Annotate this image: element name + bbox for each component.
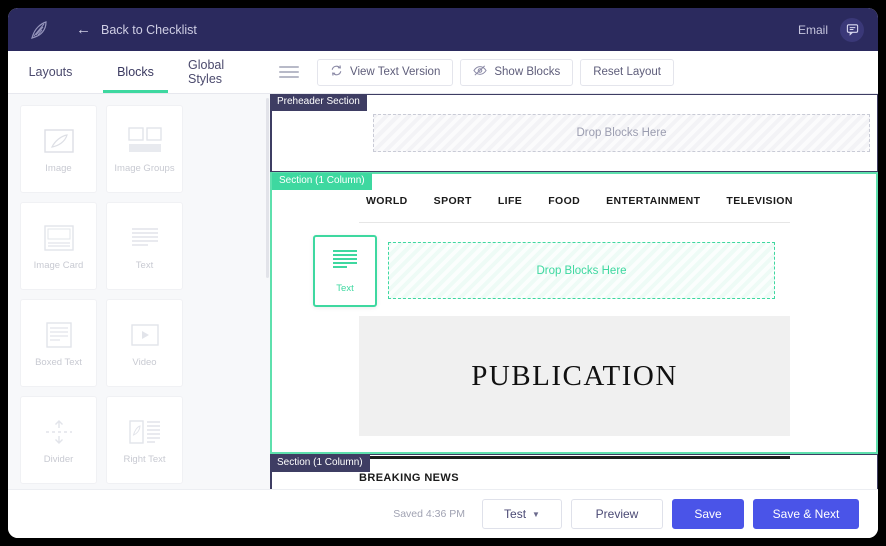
email-nav-row: WORLD SPORT LIFE FOOD ENTERTAINMENT TELE… bbox=[366, 195, 793, 207]
preview-button[interactable]: Preview bbox=[571, 499, 663, 529]
block-item-image-groups[interactable]: Image Groups bbox=[106, 105, 183, 193]
test-dropdown-label: Test bbox=[504, 507, 527, 521]
dragged-text-block-label: Text bbox=[336, 283, 354, 294]
preheader-dropzone-label: Drop Blocks Here bbox=[576, 127, 667, 139]
view-text-version-button[interactable]: View Text Version bbox=[317, 58, 454, 86]
block-item-right-text[interactable]: Right Text bbox=[106, 396, 183, 484]
image-card-icon bbox=[42, 221, 76, 255]
tab-group: Layouts Blocks Global Styles bbox=[8, 51, 263, 93]
toolbar-button-group: View Text Version Show Blocks Reset Layo… bbox=[317, 51, 674, 93]
block-item-image[interactable]: Image bbox=[20, 105, 97, 193]
top-navigation-bar: ← Back to Checklist Email bbox=[8, 8, 878, 51]
editor-tab-bar: Layouts Blocks Global Styles View Text V… bbox=[8, 51, 878, 94]
boxed-text-icon bbox=[44, 318, 74, 352]
app-window: ← Back to Checklist Email Layouts Blocks bbox=[8, 8, 878, 538]
block-item-image-card[interactable]: Image Card bbox=[20, 202, 97, 290]
tab-blocks-label: Blocks bbox=[117, 65, 154, 79]
save-label: Save bbox=[694, 507, 722, 521]
block-item-image-groups-label: Image Groups bbox=[114, 162, 175, 174]
back-to-checklist-link[interactable]: ← Back to Checklist bbox=[76, 22, 197, 37]
editor-footer: Saved 4:36 PM Test ▼ Preview Save Save &… bbox=[8, 489, 878, 538]
block-item-right-text-label: Right Text bbox=[123, 453, 166, 465]
save-button[interactable]: Save bbox=[672, 499, 744, 529]
hamburger-menu-icon[interactable] bbox=[271, 51, 307, 93]
block-item-video-label: Video bbox=[132, 356, 157, 368]
nav-item-television[interactable]: TELEVISION bbox=[726, 195, 792, 207]
block-palette-grid: Image Image Groups Image Card Text Boxed… bbox=[20, 105, 258, 489]
preheader-section-tag: Preheader Section bbox=[270, 94, 367, 111]
nav-item-sport[interactable]: SPORT bbox=[434, 195, 472, 207]
save-and-next-label: Save & Next bbox=[772, 507, 840, 521]
block-item-boxed-text-label: Boxed Text bbox=[35, 356, 82, 368]
refresh-sync-icon bbox=[330, 64, 343, 80]
main-section-dropzone-label: Drop Blocks Here bbox=[536, 264, 627, 277]
publication-title: PUBLICATION bbox=[471, 359, 678, 392]
block-item-video[interactable]: Video bbox=[106, 299, 183, 387]
block-item-divider-label: Divider bbox=[43, 453, 74, 465]
view-text-version-label: View Text Version bbox=[350, 66, 441, 78]
block-item-boxed-text[interactable]: Boxed Text bbox=[20, 299, 97, 387]
divider-arrows-icon bbox=[42, 415, 76, 449]
text-lines-icon bbox=[330, 248, 360, 277]
dragged-text-block[interactable]: Text bbox=[313, 235, 377, 307]
nav-item-world[interactable]: WORLD bbox=[366, 195, 408, 207]
arrow-left-icon: ← bbox=[76, 21, 91, 38]
show-blocks-label: Show Blocks bbox=[494, 66, 561, 78]
nav-item-food[interactable]: FOOD bbox=[548, 195, 580, 207]
saved-status: Saved 4:36 PM bbox=[393, 508, 465, 520]
nav-divider bbox=[359, 222, 790, 223]
save-and-next-button[interactable]: Save & Next bbox=[753, 499, 859, 529]
show-blocks-button[interactable]: Show Blocks bbox=[460, 58, 574, 86]
tab-global-styles[interactable]: Global Styles bbox=[178, 51, 263, 93]
bottom-section-tag: Section (1 Column) bbox=[270, 455, 370, 472]
chat-bubble-icon[interactable] bbox=[840, 17, 864, 42]
tab-layouts-label: Layouts bbox=[28, 65, 73, 79]
block-item-text-label: Text bbox=[135, 259, 154, 271]
block-item-image-card-label: Image Card bbox=[33, 259, 84, 271]
video-play-icon bbox=[129, 318, 161, 352]
reset-layout-button[interactable]: Reset Layout bbox=[580, 58, 674, 86]
sidebar-scrollbar[interactable] bbox=[266, 98, 269, 278]
right-text-icon bbox=[127, 415, 163, 449]
breaking-news-heading: BREAKING NEWS bbox=[359, 472, 459, 484]
feather-quill-logo bbox=[28, 19, 50, 41]
preheader-dropzone[interactable]: Drop Blocks Here bbox=[373, 114, 870, 152]
main-section-tag: Section (1 Column) bbox=[272, 173, 372, 190]
email-label: Email bbox=[797, 22, 828, 37]
test-dropdown-button[interactable]: Test ▼ bbox=[482, 499, 562, 529]
preview-label: Preview bbox=[595, 507, 639, 521]
tab-layouts[interactable]: Layouts bbox=[8, 51, 93, 93]
block-item-image-label: Image bbox=[45, 162, 72, 174]
breaking-news-rule bbox=[359, 456, 790, 459]
topbar-right-group: Email bbox=[797, 17, 864, 42]
nav-item-life[interactable]: LIFE bbox=[498, 195, 522, 207]
reset-layout-label: Reset Layout bbox=[593, 66, 661, 78]
text-lines-icon bbox=[128, 221, 162, 255]
publication-hero-block[interactable]: PUBLICATION bbox=[359, 316, 790, 436]
tab-global-styles-label: Global Styles bbox=[188, 58, 225, 86]
block-item-divider[interactable]: Divider bbox=[20, 396, 97, 484]
tab-blocks[interactable]: Blocks bbox=[93, 51, 178, 93]
email-canvas: Preheader Section Drop Blocks Here Secti… bbox=[270, 94, 878, 489]
back-to-checklist-label: Back to Checklist bbox=[101, 22, 197, 37]
eye-slash-icon bbox=[473, 64, 488, 80]
main-section-dropzone[interactable]: Drop Blocks Here bbox=[388, 242, 775, 299]
caret-down-icon: ▼ bbox=[532, 509, 540, 519]
editor-body: Image Image Groups Image Card Text Boxed… bbox=[8, 94, 878, 489]
nav-item-entertainment[interactable]: ENTERTAINMENT bbox=[606, 195, 700, 207]
image-icon bbox=[42, 124, 76, 158]
block-item-text[interactable]: Text bbox=[106, 202, 183, 290]
blocks-sidebar: Image Image Groups Image Card Text Boxed… bbox=[8, 94, 270, 489]
image-groups-icon bbox=[125, 124, 165, 158]
